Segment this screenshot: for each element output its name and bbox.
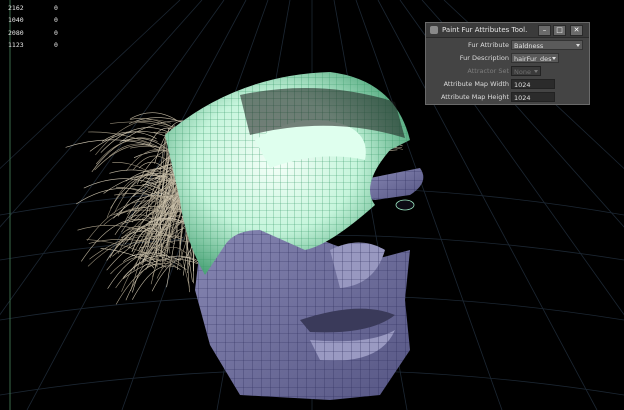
hud-value: 2080	[8, 28, 24, 37]
fur-description-dropdown[interactable]: hairFur_des	[511, 53, 559, 63]
hud-row: 2162 0	[8, 2, 74, 14]
attractor-set-value: None	[514, 68, 531, 76]
fur-description-row: Fur Description hairFur_des	[426, 53, 589, 64]
hud-value: 1123	[8, 40, 24, 49]
hud-value: 0	[54, 40, 58, 49]
attractor-set-label: Attractor Set	[467, 67, 509, 75]
chevron-down-icon	[576, 44, 580, 47]
map-width-row: Attribute Map Width 1024	[426, 79, 589, 90]
maya-viewport[interactable]: 2162 0 1040 0 2080 0 1123 0 Paint Fur Attrib…	[0, 0, 624, 410]
hud-value: 1040	[8, 16, 24, 25]
fur-description-value: hairFur_des	[514, 55, 552, 63]
attractor-set-row: Attractor Set None	[426, 66, 589, 77]
window-titlebar[interactable]: Paint Fur Attributes Tool... – □ ✕	[426, 23, 589, 38]
minimize-button[interactable]: –	[538, 25, 551, 36]
window-title: Paint Fur Attributes Tool...	[442, 26, 528, 34]
map-width-input[interactable]: 1024	[511, 79, 555, 89]
map-height-input[interactable]: 1024	[511, 92, 555, 102]
hud-value: 0	[54, 28, 58, 37]
close-button[interactable]: ✕	[570, 25, 583, 36]
hud-value: 0	[54, 4, 58, 12]
hud-value: 2162	[8, 4, 24, 12]
map-height-row: Attribute Map Height 1024	[426, 92, 589, 103]
hud-value: 0	[54, 16, 58, 25]
chevron-down-icon	[534, 70, 538, 73]
map-height-label: Attribute Map Height	[440, 93, 509, 101]
chevron-down-icon	[552, 57, 556, 60]
hair-strand	[100, 127, 169, 153]
attractor-set-dropdown: None	[511, 66, 541, 76]
fur-attribute-dropdown[interactable]: Baldness	[511, 40, 583, 50]
fur-attribute-label: Fur Attribute	[468, 41, 509, 49]
hair-strand	[132, 263, 155, 293]
maximize-button[interactable]: □	[553, 25, 566, 36]
fur-attribute-row: Fur Attribute Baldness	[426, 40, 589, 51]
map-width-label: Attribute Map Width	[443, 80, 509, 88]
hud-row: 1123 0	[8, 39, 74, 51]
fur-attribute-value: Baldness	[514, 42, 544, 50]
fur-description-label: Fur Description	[459, 54, 509, 62]
poly-count-hud: 2162 0 1040 0 2080 0 1123 0	[8, 2, 74, 51]
hud-row: 2080 0	[8, 27, 74, 39]
hud-row: 1040 0	[8, 14, 74, 26]
paint-fur-attributes-window[interactable]: Paint Fur Attributes Tool... – □ ✕ Fur A…	[425, 22, 590, 105]
window-icon	[430, 26, 438, 34]
